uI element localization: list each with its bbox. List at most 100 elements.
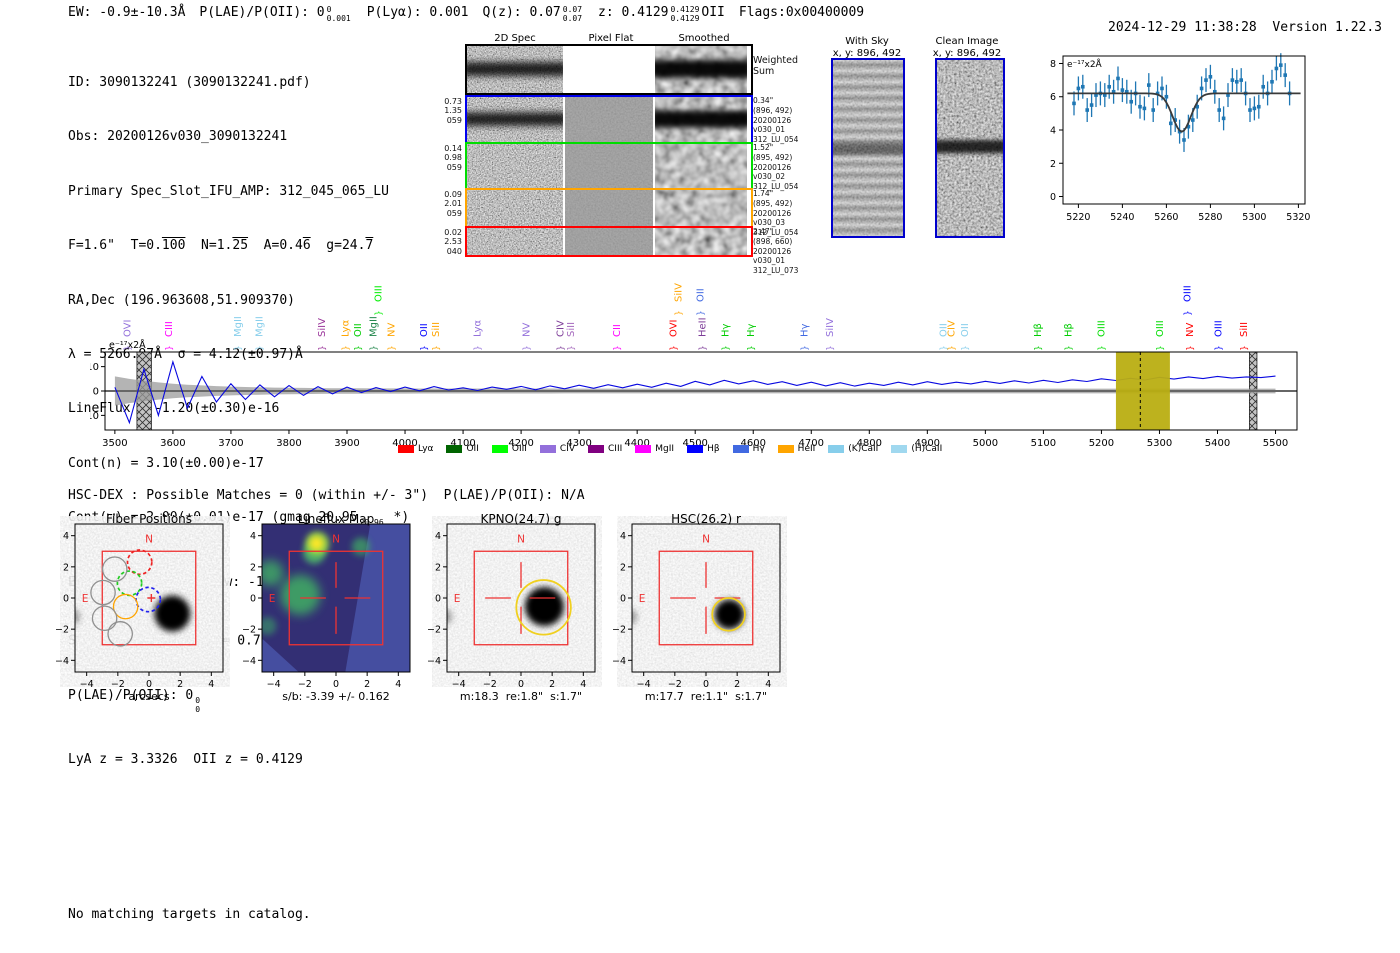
svg-text:}: } (124, 345, 134, 350)
svg-text:MgII: MgII (254, 316, 265, 337)
legend-swatch (828, 445, 845, 453)
svg-text:0: 0 (63, 594, 69, 605)
svg-text:}: } (1240, 345, 1250, 350)
svg-text:}: } (721, 345, 731, 350)
svg-text:−2: −2 (55, 625, 69, 636)
svg-text:}: } (800, 345, 810, 350)
svg-text:0: 0 (250, 594, 256, 605)
svg-text:NV: NV (521, 323, 532, 337)
svg-text:SiIV: SiIV (673, 283, 684, 302)
svg-text:}: } (432, 345, 442, 350)
svg-text:4: 4 (580, 679, 586, 690)
svg-text:Lyα: Lyα (473, 319, 484, 337)
svg-text:E: E (454, 593, 461, 605)
svg-text:5220: 5220 (1066, 212, 1090, 223)
svg-text:2: 2 (63, 562, 69, 573)
svg-text:}: } (165, 345, 175, 350)
svg-text:}: } (255, 345, 265, 350)
svg-text:3900: 3900 (334, 438, 359, 449)
plya-value: P(Lyα): 0.001 (366, 5, 469, 20)
svg-text:0: 0 (1050, 192, 1056, 203)
svg-text:4: 4 (250, 531, 256, 542)
cutout-kpno-24-7-g: N E −4 −4 −2 −2 0 0 2 2 4 4 (427, 523, 596, 690)
svg-text:SiIV: SiIV (825, 318, 836, 337)
spec2d-row-0 (465, 44, 753, 95)
hsc-dex-matches-line: HSC-DEX : Possible Matches = 0 (within +… (68, 488, 585, 503)
svg-text:4: 4 (435, 531, 441, 542)
svg-text:N: N (145, 534, 153, 546)
svg-text:e⁻¹⁷x2Å: e⁻¹⁷x2Å (1067, 58, 1103, 70)
svg-text:−2: −2 (242, 625, 256, 636)
svg-text:3600: 3600 (160, 438, 185, 449)
svg-text:0: 0 (620, 594, 626, 605)
svg-text:E: E (639, 593, 646, 605)
legend-item: HeII (777, 444, 815, 454)
legend-swatch (588, 445, 605, 453)
spec2d-row-4 (465, 226, 753, 257)
svg-text:5280: 5280 (1198, 212, 1222, 223)
svg-text:5100: 5100 (1031, 438, 1056, 449)
svg-text:}: } (696, 310, 706, 315)
svg-text:−4: −4 (242, 656, 256, 667)
svg-text:}: } (522, 345, 532, 350)
info-fiber-params: F=1.6" T=0.100 N=1.25 A=0.46 g=24.7 (68, 238, 374, 254)
legend-swatch (891, 445, 908, 453)
svg-text:Hγ: Hγ (746, 323, 757, 337)
svg-text:}: } (474, 345, 484, 350)
svg-text:Lyα: Lyα (340, 319, 351, 337)
svg-text:4: 4 (395, 679, 401, 690)
svg-text:}: } (374, 310, 384, 315)
spec2d-row-2 (465, 142, 753, 191)
svg-text:MgII: MgII (369, 316, 380, 337)
cutout-caption: m:18.3 re:1.8" s:1.7" (459, 690, 583, 703)
flags-value: Flags:0x00400009 (738, 5, 865, 20)
spec2d-row-4-left-labels: 0.02 2.53 040 (444, 228, 462, 256)
svg-text:2: 2 (734, 679, 740, 690)
svg-text:}: } (674, 310, 684, 315)
spec2d-row-3 (465, 188, 753, 229)
report-version: Version 1.22.3 (1272, 20, 1382, 35)
svg-text:2: 2 (435, 562, 441, 573)
svg-text:−4: −4 (55, 656, 69, 667)
svg-text:8: 8 (1050, 59, 1056, 70)
svg-text:OII: OII (419, 323, 430, 337)
svg-text:E: E (82, 593, 89, 605)
svg-text:−4: −4 (637, 679, 651, 690)
legend-swatch (732, 445, 749, 453)
plae-poii-value: P(LAE)/P(OII): 0 (199, 5, 325, 20)
svg-text:CIII: CIII (164, 321, 175, 337)
svg-text:0: 0 (146, 679, 152, 690)
legend-item: Hγ (732, 444, 765, 454)
svg-text:OVI: OVI (669, 320, 680, 338)
legend-swatch (539, 445, 556, 453)
svg-text:2: 2 (250, 562, 256, 573)
z-stack: 0.4129 0.4129 (670, 5, 700, 24)
svg-text:4: 4 (765, 679, 771, 690)
svg-text:Hγ: Hγ (799, 323, 810, 337)
svg-text:4: 4 (63, 531, 69, 542)
svg-text:OVI: OVI (123, 320, 134, 338)
svg-text:5260: 5260 (1154, 212, 1178, 223)
cutout-fiber-positions: N E −4 −4 −2 −2 0 0 2 2 4 4 (55, 523, 224, 690)
info-obs: Obs: 20200126v030_3090132241 (68, 129, 288, 145)
svg-text:HeII: HeII (698, 317, 709, 337)
legend-swatch (491, 445, 508, 453)
cutout-lineflux-map: N E −4 −4 −2 −2 0 0 2 2 4 4 (242, 523, 411, 690)
svg-text:}: } (1215, 345, 1225, 350)
svg-text:N: N (517, 534, 525, 546)
cutout-caption: m:17.7 re:1.1" s:1.7" (644, 690, 768, 703)
svg-text:Hβ: Hβ (1033, 323, 1044, 337)
svg-text:SiIV: SiIV (317, 318, 328, 337)
legend-swatch (446, 445, 463, 453)
svg-text:4: 4 (620, 531, 626, 542)
info-primary-spec: Primary Spec_Slot_IFU_AMP: 312_045_065_L… (68, 183, 389, 199)
svg-text:−2: −2 (298, 679, 312, 690)
svg-text:2: 2 (549, 679, 555, 690)
line-fit-plot: 5220 5240 5260 5280 5300 5320 0 2 4 6 8 e⁻¹⁷x2Å (1050, 53, 1310, 223)
info-id: ID: 3090132241 (3090132241.pdf) (68, 75, 311, 90)
legend-item: OIII (491, 444, 527, 454)
svg-text:5200: 5200 (1089, 438, 1114, 449)
spec2d-row-0-right-labels: Weighted Sum (753, 55, 798, 77)
svg-text:−2: −2 (483, 679, 497, 690)
svg-text:3800: 3800 (276, 438, 301, 449)
